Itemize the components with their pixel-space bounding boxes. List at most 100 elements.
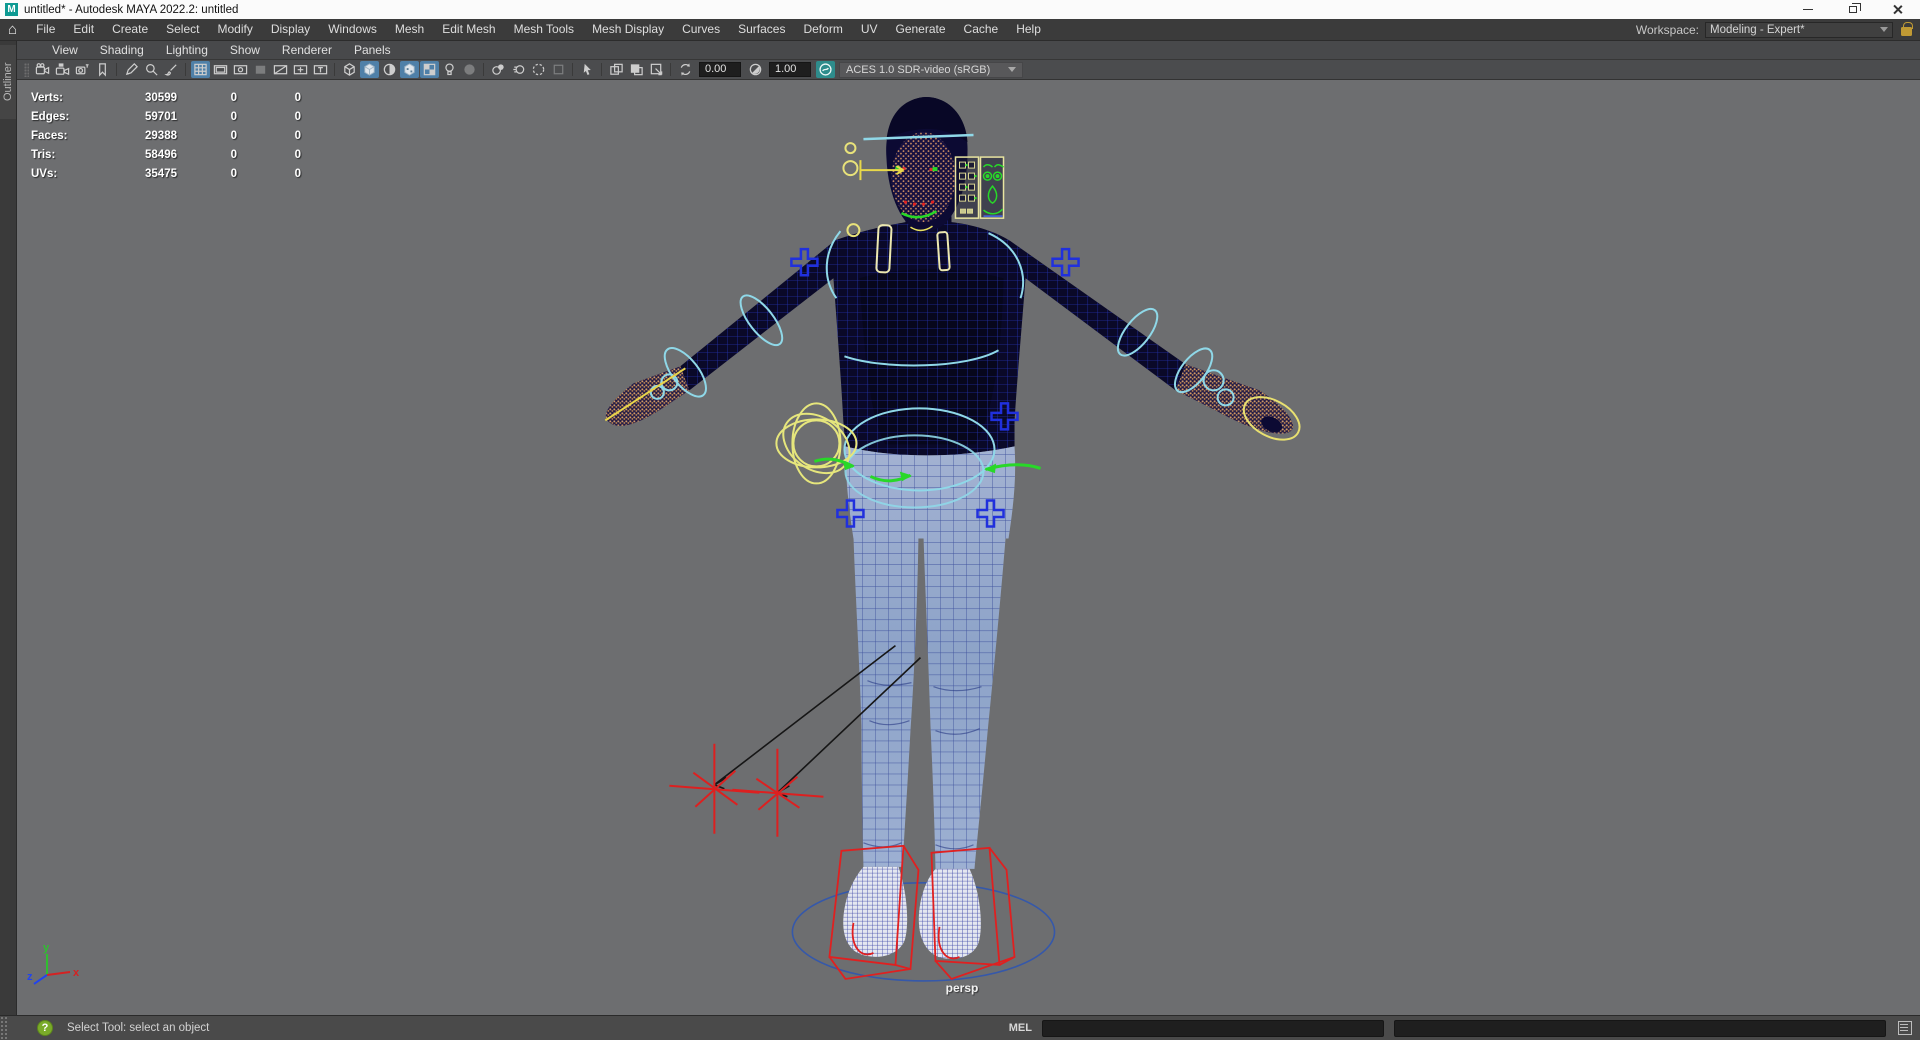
panel-menu-renderer[interactable]: Renderer [271, 41, 343, 59]
menu-display[interactable]: Display [262, 19, 319, 40]
color-management-icon[interactable] [815, 61, 835, 78]
mel-result-field [1394, 1019, 1886, 1037]
toolbar-grip[interactable] [24, 62, 29, 77]
exposure-icon[interactable] [676, 61, 695, 78]
workspace-label: Workspace: [1635, 22, 1699, 37]
menu-edit[interactable]: Edit [64, 19, 103, 40]
camera-attributes-icon[interactable] [73, 61, 92, 78]
knee-locators [669, 743, 824, 837]
chevron-down-icon [1880, 27, 1888, 32]
help-line-text: Select Tool: select an object [67, 1022, 210, 1034]
panel-menu-shading[interactable]: Shading [89, 41, 155, 59]
grease-pencil-icon[interactable] [162, 61, 181, 78]
viewport-toolbar: 0.00 1.00 ACES 1.0 SDR-video (sRGB) [17, 60, 1920, 80]
panel-menu-view[interactable]: View [41, 41, 89, 59]
gamma-field[interactable]: 1.00 [769, 62, 811, 77]
wireframe-icon[interactable] [340, 61, 359, 78]
color-space-dropdown[interactable]: ACES 1.0 SDR-video (sRGB) [839, 61, 1023, 78]
menu-mesh-tools[interactable]: Mesh Tools [505, 19, 583, 40]
lock-camera-icon[interactable] [53, 61, 72, 78]
mel-label[interactable]: MEL [1009, 1022, 1032, 1034]
grid-icon[interactable] [190, 61, 210, 78]
scene-3d: y x z [27, 97, 1301, 985]
hud-row-value: 0 [294, 149, 301, 161]
menu-help[interactable]: Help [1007, 19, 1050, 40]
field-chart-icon[interactable] [271, 61, 290, 78]
menu-windows[interactable]: Windows [319, 19, 386, 40]
film-gate-icon[interactable] [211, 61, 230, 78]
menu-modify[interactable]: Modify [208, 19, 261, 40]
safe-action-icon[interactable] [291, 61, 310, 78]
help-icon[interactable]: ? [37, 1020, 53, 1036]
image-plane-icon[interactable] [122, 61, 141, 78]
hud-row-value: 58496 [145, 149, 177, 161]
safe-title-icon[interactable] [311, 61, 330, 78]
snapshot-paste-icon[interactable] [627, 61, 646, 78]
toolbar-separator [483, 63, 484, 76]
snapshot-copy-icon[interactable] [607, 61, 626, 78]
gamma-icon[interactable] [746, 61, 765, 78]
menu-edit-mesh[interactable]: Edit Mesh [433, 19, 504, 40]
hud-row-value: 59701 [145, 111, 177, 123]
minimize-button[interactable] [1785, 0, 1830, 19]
panel-menu-panels[interactable]: Panels [343, 41, 402, 59]
statusbar-grip[interactable] [0, 1015, 9, 1040]
menu-cache[interactable]: Cache [955, 19, 1008, 40]
shadows-icon[interactable] [460, 61, 479, 78]
restore-icon [1848, 3, 1861, 13]
2d-pan-zoom-icon[interactable] [142, 61, 161, 78]
exposure-field[interactable]: 0.00 [699, 62, 741, 77]
menu-curves[interactable]: Curves [673, 19, 729, 40]
bookmarks-icon[interactable] [93, 61, 112, 78]
menu-generate[interactable]: Generate [886, 19, 954, 40]
character-model[interactable] [605, 97, 1294, 959]
menu-deform[interactable]: Deform [794, 19, 851, 40]
motion-blur-icon[interactable] [509, 61, 528, 78]
menu-surfaces[interactable]: Surfaces [729, 19, 794, 40]
region-crop-icon[interactable] [647, 61, 666, 78]
hud-row-value: 0 [230, 149, 237, 161]
menu-mesh-display[interactable]: Mesh Display [583, 19, 673, 40]
menu-mesh[interactable]: Mesh [386, 19, 433, 40]
hud-row-value: 0 [230, 92, 237, 104]
script-editor-icon[interactable] [1898, 1021, 1912, 1035]
hud-row-value: 35475 [145, 168, 177, 180]
chevron-down-icon [1008, 67, 1016, 72]
main-menu-bar: ⌂ File Edit Create Select Modify Display Windo… [0, 19, 1920, 41]
lock-workspace-icon[interactable] [1901, 22, 1913, 36]
viewport-persp[interactable]: y x z Verts: 30599 0 0 Edges: 59701 0 0 Faces: 29… [17, 80, 1920, 1015]
home-icon[interactable]: ⌂ [8, 20, 17, 40]
hud-row-value: 29388 [145, 130, 177, 142]
panel-menu-lighting[interactable]: Lighting [155, 41, 219, 59]
title-bar: M untitled* - Autodesk MAYA 2022.2: unti… [0, 0, 1920, 19]
menu-uv[interactable]: UV [852, 19, 887, 40]
menu-file[interactable]: File [27, 19, 64, 40]
depth-peeling-icon[interactable] [549, 61, 568, 78]
wireframe-on-shaded-icon[interactable] [419, 61, 439, 78]
select-camera-icon[interactable] [33, 61, 52, 78]
camera-name-label: persp [945, 981, 979, 995]
lighting-icon[interactable] [440, 61, 459, 78]
close-button[interactable] [1875, 0, 1920, 19]
isolate-select-icon[interactable] [578, 61, 597, 78]
panel-menu-show[interactable]: Show [219, 41, 271, 59]
hud-row-value: 0 [230, 168, 237, 180]
gate-mask-icon[interactable] [251, 61, 270, 78]
menu-select[interactable]: Select [157, 19, 208, 40]
shade-textured-icon[interactable] [399, 61, 419, 78]
hud-row-label: Edges: [31, 111, 70, 123]
workspace-dropdown[interactable]: Modeling - Expert* [1705, 21, 1893, 38]
toolbar-separator [670, 63, 671, 76]
anti-aliasing-icon[interactable] [529, 61, 548, 78]
use-default-material-icon[interactable] [380, 61, 399, 78]
outliner-tab[interactable]: Outliner [0, 45, 16, 119]
status-bar: ? Select Tool: select an object MEL [0, 1015, 1920, 1040]
resolution-gate-icon[interactable] [231, 61, 250, 78]
mel-command-input[interactable] [1042, 1019, 1384, 1037]
screen-space-ao-icon[interactable] [489, 61, 508, 78]
smooth-shade-all-icon[interactable] [359, 61, 379, 78]
menu-create[interactable]: Create [103, 19, 157, 40]
poly-count-hud: Verts: 30599 0 0 Edges: 59701 0 0 Faces: 29388 0 0 T… [31, 92, 301, 180]
restore-button[interactable] [1830, 0, 1875, 19]
svg-text:x: x [73, 967, 80, 979]
